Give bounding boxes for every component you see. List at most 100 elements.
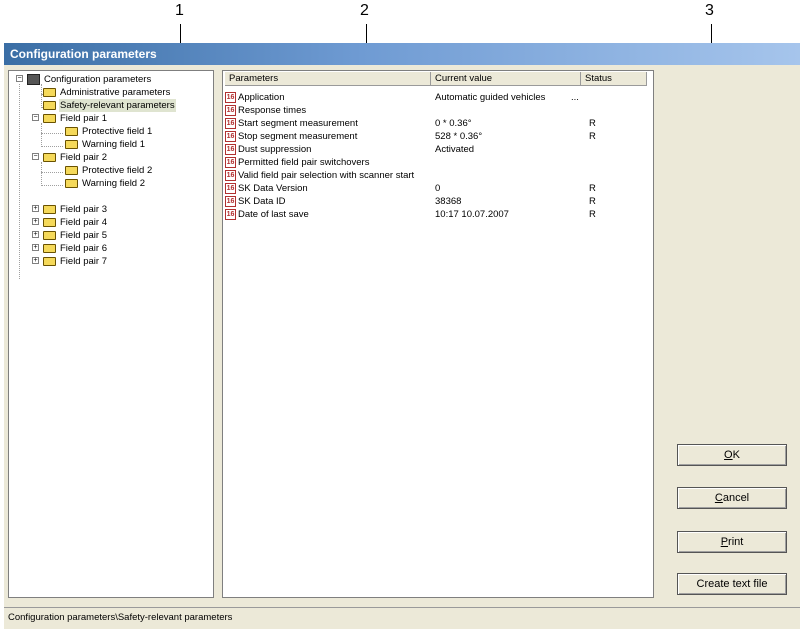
expand-icon[interactable]: + — [32, 231, 39, 238]
column-header-current-value[interactable]: Current value — [431, 72, 581, 86]
parameter-status: R — [589, 118, 596, 129]
callout-2: 2 — [360, 2, 369, 19]
tree-item-safety-relevant-parameters[interactable]: Safety-relevant parameters — [43, 99, 176, 112]
collapse-icon[interactable]: − — [32, 114, 39, 121]
cancel-button[interactable]: Cancel — [677, 487, 787, 509]
parameter-tree[interactable]: − − − + + + + + Configuration parameters… — [8, 70, 214, 598]
parameter-icon: 16 — [225, 209, 236, 220]
tree-item-field-pair-7[interactable]: Field pair 7 — [43, 255, 108, 268]
parameter-name: SK Data Version — [238, 183, 308, 194]
parameter-name: Permitted field pair switchovers — [238, 157, 370, 168]
parameter-status: R — [589, 196, 596, 207]
tree-connector — [41, 84, 42, 108]
cancel-button-accesskey: C — [714, 492, 723, 504]
ok-button[interactable]: OK — [677, 444, 787, 466]
tree-item-label: Field pair 1 — [60, 113, 107, 124]
print-button-accesskey: P — [720, 536, 729, 548]
tree-connector — [19, 84, 20, 279]
parameter-name: Date of last save — [238, 209, 309, 220]
tree-item-label: Warning field 1 — [82, 139, 146, 150]
tree-item-label: Field pair 6 — [60, 243, 107, 254]
expand-icon[interactable]: + — [32, 257, 39, 264]
cancel-button-label: ancel — [722, 492, 750, 504]
tree-item-field-pair-5[interactable]: Field pair 5 — [43, 229, 108, 242]
parameter-icon: 16 — [225, 144, 236, 155]
parameter-value: 0 — [435, 183, 441, 194]
tree-connector — [41, 133, 63, 134]
folder-icon — [43, 218, 56, 227]
tree-item-field-pair-2[interactable]: Field pair 2 — [43, 151, 108, 164]
folder-icon — [43, 205, 56, 214]
column-header-status[interactable]: Status — [581, 72, 647, 86]
tree-item-configuration-parameters[interactable]: Configuration parameters — [27, 73, 152, 86]
parameter-value: Activated — [435, 144, 475, 155]
print-button-label: rint — [728, 536, 744, 548]
tree-item-field-pair-4[interactable]: Field pair 4 — [43, 216, 108, 229]
create-text-file-button[interactable]: Create text file — [677, 573, 787, 595]
tree-connector — [41, 172, 63, 173]
tree-item-protective-field-1[interactable]: Protective field 1 — [65, 125, 153, 138]
parameter-value: 10:17 10.07.2007 — [435, 209, 509, 220]
more-ellipsis[interactable]: ... — [571, 91, 579, 104]
tree-item-warning-field-1[interactable]: Warning field 1 — [65, 138, 146, 151]
callout-1: 1 — [175, 2, 184, 19]
parameter-icon: 16 — [225, 118, 236, 129]
folder-icon — [43, 153, 56, 162]
tree-item-label: Protective field 2 — [82, 165, 153, 176]
parameter-status: R — [589, 209, 596, 220]
tree-item-field-pair-1[interactable]: Field pair 1 — [43, 112, 108, 125]
parameter-name: Valid field pair selection with scanner … — [238, 170, 415, 181]
parameter-icon: 16 — [225, 183, 236, 194]
parameter-icon: 16 — [225, 105, 236, 116]
tree-connector — [41, 185, 63, 186]
status-bar: Configuration parameters\Safety-relevant… — [4, 607, 800, 629]
parameter-icon: 16 — [225, 92, 236, 103]
expand-icon[interactable]: + — [32, 205, 39, 212]
parameter-value: Automatic guided vehicles — [435, 92, 546, 103]
parameter-list[interactable]: Parameters Current value Status 16 Applic… — [222, 70, 654, 598]
tree-item-label: Field pair 7 — [60, 256, 107, 267]
parameter-name: Dust suppression — [238, 144, 312, 155]
expand-icon[interactable]: + — [32, 244, 39, 251]
folder-icon — [43, 231, 56, 240]
folder-icon — [43, 244, 56, 253]
collapse-icon[interactable]: − — [32, 153, 39, 160]
tree-item-label: Field pair 5 — [60, 230, 107, 241]
tree-connector — [41, 123, 42, 147]
folder-icon — [65, 127, 78, 136]
tree-item-label: Protective field 1 — [82, 126, 153, 137]
folder-icon — [43, 114, 56, 123]
parameter-status: R — [589, 131, 596, 142]
parameter-name: Stop segment measurement — [238, 131, 358, 142]
tree-item-label: Field pair 2 — [60, 152, 107, 163]
tree-connector — [41, 146, 63, 147]
folder-icon — [43, 257, 56, 266]
parameter-icon: 16 — [225, 170, 236, 181]
folder-icon — [65, 179, 78, 188]
print-button[interactable]: Print — [677, 531, 787, 553]
parameter-value: 528 * 0.36° — [435, 131, 483, 142]
tree-item-protective-field-2[interactable]: Protective field 2 — [65, 164, 153, 177]
tree-item-label: Configuration parameters — [44, 74, 152, 85]
expand-icon[interactable]: + — [32, 218, 39, 225]
parameter-icon: 16 — [225, 196, 236, 207]
tree-item-label: Administrative parameters — [60, 87, 171, 98]
configuration-window: Configuration parameters − − − + + + + +… — [4, 43, 800, 629]
tree-item-label: Field pair 4 — [60, 217, 107, 228]
parameter-name: Application — [238, 92, 285, 103]
ok-button-accesskey: O — [724, 449, 733, 461]
callout-3: 3 — [705, 2, 714, 19]
column-header-parameters[interactable]: Parameters — [225, 72, 431, 86]
tree-item-warning-field-2[interactable]: Warning field 2 — [65, 177, 146, 190]
parameter-status: R — [589, 183, 596, 194]
open-folder-icon — [43, 101, 56, 110]
tree-item-administrative-parameters[interactable]: Administrative parameters — [43, 86, 171, 99]
parameter-name: Response times — [238, 105, 307, 116]
collapse-icon[interactable]: − — [16, 75, 23, 82]
tree-item-label: Warning field 2 — [82, 178, 146, 189]
tree-item-field-pair-6[interactable]: Field pair 6 — [43, 242, 108, 255]
parameter-value: 0 * 0.36° — [435, 118, 472, 129]
parameter-icon: 16 — [225, 157, 236, 168]
computer-icon — [27, 74, 40, 85]
tree-item-field-pair-3[interactable]: Field pair 3 — [43, 203, 108, 216]
